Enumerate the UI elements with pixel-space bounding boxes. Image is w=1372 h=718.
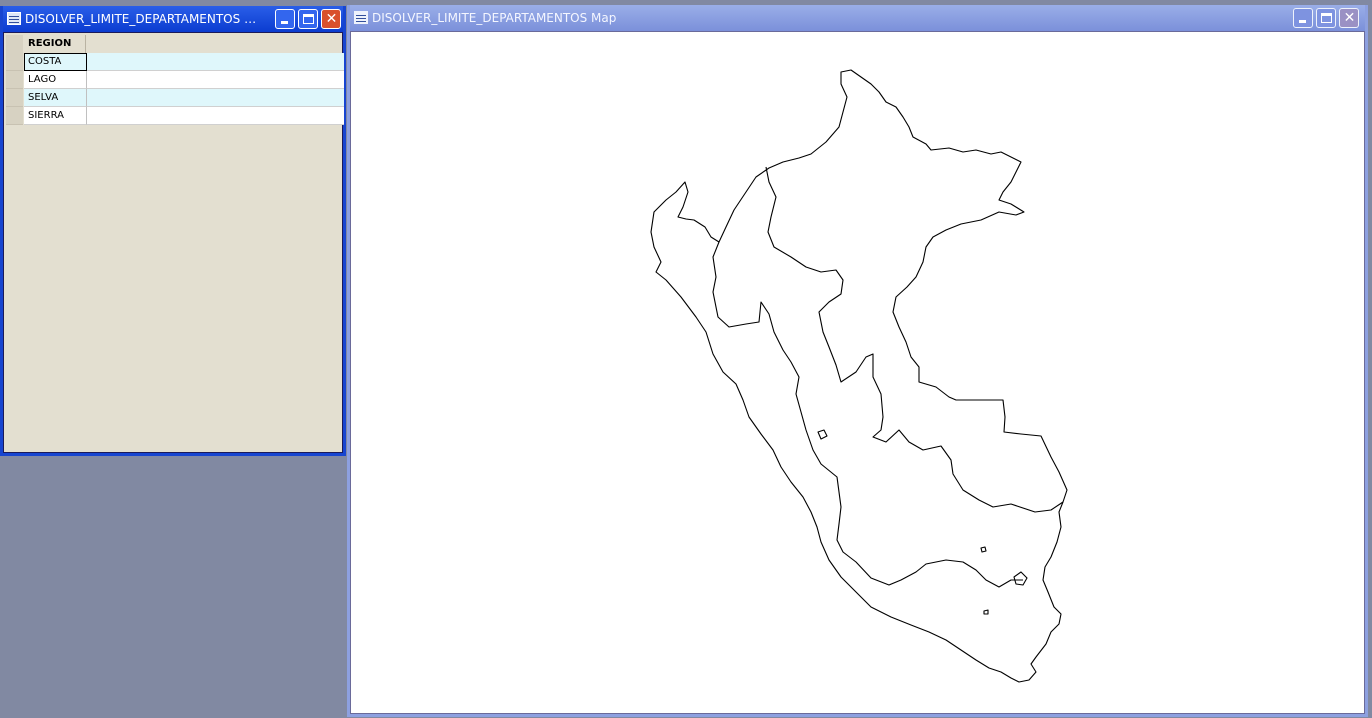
maximize-icon [1321,13,1332,23]
small-lake [817,429,828,440]
header-select-cell[interactable] [6,35,23,53]
row-selector[interactable] [6,53,23,71]
map-title: DISOLVER_LIMITE_DEPARTAMENTOS Map [372,11,617,25]
sierra-selva-boundary [765,166,1064,513]
minimize-icon [1299,20,1306,23]
table-row[interactable]: SIERRA [6,107,344,125]
minimize-button[interactable] [1293,8,1313,28]
map-canvas[interactable] [350,31,1365,714]
small-lake [983,609,989,615]
table-header: REGION [6,35,344,53]
close-button[interactable]: ✕ [1339,8,1359,28]
table-icon [7,12,21,25]
map-icon [354,11,368,24]
table-row[interactable]: LAGO [6,71,344,89]
region-cell[interactable]: LAGO [24,71,87,89]
region-table: REGION COSTA LAGO SELVA SIERRA [6,35,344,125]
region-cell[interactable]: SELVA [24,89,87,107]
close-icon: ✕ [1343,10,1356,26]
small-lake [980,546,987,553]
region-cell[interactable]: SIERRA [24,107,87,125]
maximize-button[interactable] [298,9,318,29]
minimize-icon [281,21,288,24]
browser-title: DISOLVER_LIMITE_DEPARTAMENTOS B... [25,12,263,26]
row-selector[interactable] [6,89,23,107]
table-row[interactable]: COSTA [6,53,344,71]
costa-sierra-boundary [712,241,1023,588]
browser-window[interactable]: DISOLVER_LIMITE_DEPARTAMENTOS B... ✕ REG… [0,6,346,456]
peru-regions-map[interactable] [351,32,1366,718]
country-outline [650,69,1068,683]
close-button[interactable]: ✕ [321,9,341,29]
column-header-region[interactable]: REGION [24,35,86,53]
minimize-button[interactable] [275,9,295,29]
map-window[interactable]: DISOLVER_LIMITE_DEPARTAMENTOS Map ✕ [347,5,1368,717]
table-row[interactable]: SELVA [6,89,344,107]
region-cell[interactable]: COSTA [24,53,87,71]
map-titlebar[interactable]: DISOLVER_LIMITE_DEPARTAMENTOS Map ✕ [350,5,1365,31]
close-icon: ✕ [325,11,338,27]
lago-outline [1013,571,1028,586]
maximize-button[interactable] [1316,8,1336,28]
browser-titlebar[interactable]: DISOLVER_LIMITE_DEPARTAMENTOS B... ✕ [3,6,343,32]
maximize-icon [303,14,314,24]
browser-client: REGION COSTA LAGO SELVA SIERRA [3,32,344,453]
row-selector[interactable] [6,71,23,89]
row-selector[interactable] [6,107,23,125]
